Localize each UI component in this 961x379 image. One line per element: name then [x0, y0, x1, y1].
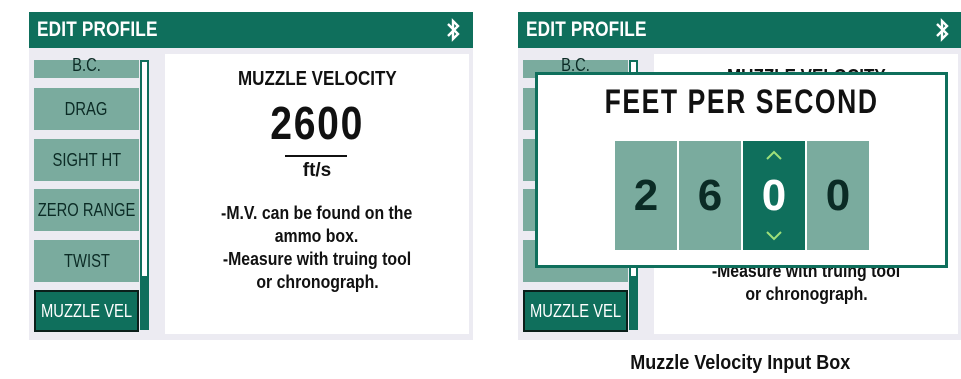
figure-caption: Muzzle Velocity Input Box [629, 352, 851, 374]
unit-divider [285, 155, 347, 157]
digit-value: 0 [761, 170, 787, 220]
digit-box[interactable]: 0 [807, 141, 869, 250]
menu-item-label: MUZZLE VEL [529, 300, 622, 321]
device-screen-right: EDIT PROFILE B.C. MUZZLE VEL MUZZLE VELO… [518, 12, 961, 340]
info-panel: MUZZLE VELOCITY 2600 ft/s -M.V. can be f… [165, 54, 469, 334]
info-note-line: -M.V. can be found on the [221, 203, 413, 223]
popup-title: FEET PER SECOND [604, 83, 879, 121]
menu-item-muzzle-vel[interactable]: MUZZLE VEL [523, 290, 628, 332]
menu-item-label: B.C. [72, 55, 101, 75]
digit-box-active[interactable]: 0 [743, 141, 805, 250]
info-heading: MUZZLE VELOCITY [237, 68, 397, 90]
chevron-down-icon[interactable] [764, 230, 784, 242]
menu-item-muzzle-vel[interactable]: MUZZLE VEL [34, 290, 139, 332]
digit-box[interactable]: 2 [615, 141, 677, 250]
screen-title: EDIT PROFILE [37, 18, 158, 41]
menu-item-label: TWIST [63, 250, 110, 271]
scrollbar[interactable] [140, 60, 149, 330]
menu-item-label: ZERO RANGE [37, 199, 136, 220]
velocity-unit: ft/s [302, 160, 332, 181]
title-bar: EDIT PROFILE [518, 12, 961, 48]
menu-item-label: MUZZLE VEL [40, 300, 133, 321]
menu-item-label: DRAG [65, 98, 108, 119]
digit-box[interactable]: 6 [679, 141, 741, 250]
info-note-line: or chronograph. [255, 272, 379, 292]
chevron-up-icon[interactable] [764, 149, 784, 161]
velocity-value: 2600 [270, 97, 364, 149]
menu-item-bc[interactable]: B.C. [34, 55, 139, 78]
scrollbar-thumb[interactable] [142, 276, 147, 328]
title-bar: EDIT PROFILE [29, 12, 473, 48]
info-note-line: or chronograph. [744, 284, 868, 304]
info-note-line: -Measure with truing tool [222, 249, 412, 269]
bluetooth-icon [447, 18, 460, 42]
device-screen-left: EDIT PROFILE B.C. DRAG SIGHT HT ZERO RAN… [29, 12, 473, 340]
scrollbar-thumb[interactable] [631, 276, 636, 328]
velocity-input-popup: FEET PER SECOND 2 6 0 0 [535, 72, 948, 268]
menu-item-twist[interactable]: TWIST [34, 240, 139, 282]
info-note-line: ammo box. [275, 226, 359, 246]
bluetooth-icon [936, 18, 949, 42]
screen-title: EDIT PROFILE [526, 18, 647, 41]
menu-item-zero-range[interactable]: ZERO RANGE [34, 189, 139, 231]
menu-item-label: SIGHT HT [52, 149, 121, 170]
menu-item-drag[interactable]: DRAG [34, 88, 139, 130]
menu-item-sight-ht[interactable]: SIGHT HT [34, 139, 139, 181]
